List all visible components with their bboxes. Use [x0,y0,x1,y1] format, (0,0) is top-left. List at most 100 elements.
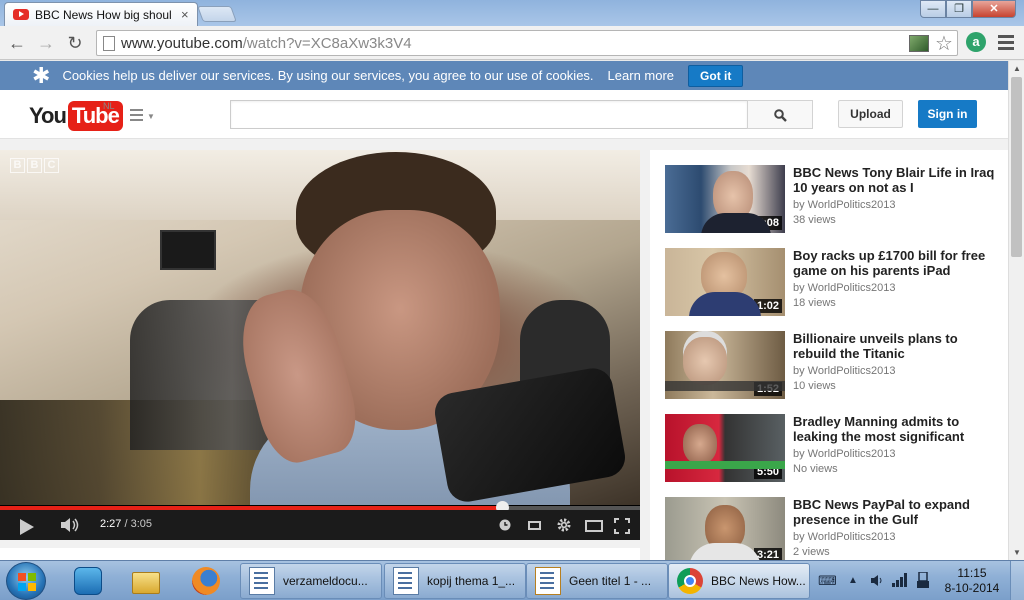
address-bar[interactable]: www.youtube.com/watch?v=XC8aXw3k3V4 ☆ [96,30,958,56]
video-duration: 3:21 [753,548,782,560]
video-thumbnail[interactable]: 1:02 [665,248,785,316]
youtube-logo[interactable]: You Tube NL [29,101,123,131]
logo-tube: Tube [67,101,123,131]
youtube-favicon-icon [13,9,29,20]
browser-titlebar: BBC News How big shoul × — ❐ ✕ [0,0,1024,26]
current-time: 2:27 [100,518,122,530]
video-views: 2 views [793,546,830,558]
bookmark-star-icon[interactable]: ☆ [935,31,953,56]
reload-icon[interactable]: ↻ [64,32,86,54]
duration: 3:05 [130,518,153,530]
tab-title: BBC News How big shoul [35,7,172,22]
show-desktop-button[interactable] [1010,561,1024,600]
video-thumbnail[interactable]: 3:21 [665,497,785,560]
sign-in-button[interactable]: Sign in [918,100,977,128]
minimize-button[interactable]: — [920,0,946,18]
fullscreen-icon[interactable] [614,518,630,534]
scroll-up-arrow-icon[interactable]: ▲ [1013,64,1021,73]
url-host: www.youtube.com [121,35,243,52]
taskbar-window-item[interactable]: kopij thema 1_... [384,563,526,599]
video-player[interactable]: B B C 2:27 / 3:05 [0,150,640,540]
forward-arrow-icon[interactable]: → [35,32,57,54]
browser-menu-icon[interactable] [998,35,1014,53]
video-title[interactable]: BBC News PayPal to expand presence in th… [793,497,995,527]
video-duration: 5:50 [753,465,782,479]
taskbar-window-item[interactable]: Geen titel 1 - ... [526,563,668,599]
youtube-page: ✱ Cookies help us deliver our services. … [0,61,1008,560]
settings-gear-icon[interactable] [556,517,572,533]
windows-taskbar: verzameldocu... kopij thema 1_... Geen t… [0,560,1024,600]
system-clock[interactable]: 11:15 8-10-2014 [942,566,1002,596]
video-title[interactable]: Boy racks up £1700 bill for free game on… [793,248,995,278]
taskbar-item-label: verzameldocu... [283,574,368,588]
taskbar-pin-network[interactable] [62,564,114,598]
tv-screen-image [160,230,216,270]
back-arrow-icon[interactable]: ← [6,32,28,54]
related-video-item[interactable]: 1:02 Boy racks up £1700 bill for free ga… [665,248,995,318]
video-views: 18 views [793,297,836,309]
start-button[interactable] [6,562,46,600]
scrollbar-thumb[interactable] [1011,77,1022,257]
search-input[interactable] [230,100,748,129]
video-title[interactable]: Bradley Manning admits to leaking the mo… [793,414,995,444]
masthead: You Tube NL ▼ Upload Sign in [0,90,1008,139]
tab-close-icon[interactable]: × [181,7,189,22]
got-it-button[interactable]: Got it [688,64,744,87]
browser-tab-active[interactable]: BBC News How big shoul × [4,2,198,26]
video-views: 10 views [793,380,836,392]
video-views: No views [793,463,838,475]
document-icon [249,567,275,595]
speaker-icon[interactable] [870,574,884,587]
document-icon [393,567,419,595]
url-path: /watch?v=XC8aXw3k3V4 [242,35,412,52]
play-icon[interactable] [20,519,34,535]
windows-logo-icon [18,573,36,591]
cookie-text: Cookies help us deliver our services. By… [62,68,594,83]
maximize-button[interactable]: ❐ [946,0,972,18]
video-duration: 5:08 [753,216,782,230]
video-title[interactable]: Billionaire unveils plans to rebuild the… [793,331,995,361]
video-channel: by WorldPolitics2013 [793,365,896,377]
video-channel: by WorldPolitics2013 [793,448,896,460]
watch-later-icon[interactable] [499,519,511,531]
video-thumbnail[interactable]: 5:08 [665,165,785,233]
page-action-image-icon[interactable] [909,35,929,52]
player-controls: 2:27 / 3:05 [0,510,640,540]
related-video-item[interactable]: 1:52 Billionaire unveils plans to rebuil… [665,331,995,401]
search-button[interactable] [747,100,813,129]
video-frame[interactable]: B B C [0,150,640,505]
video-thumbnail[interactable]: 1:52 [665,331,785,399]
related-video-item[interactable]: 5:08 BBC News Tony Blair Life in Iraq 10… [665,165,995,235]
learn-more-link[interactable]: Learn more [608,68,674,83]
usb-device-icon[interactable] [916,572,930,588]
extension-icon[interactable]: a [966,32,986,52]
taskbar-pin-firefox[interactable] [180,564,232,598]
video-channel: by WorldPolitics2013 [793,282,896,294]
keyboard-icon[interactable]: ⌨ [818,573,837,589]
time-separator: / [121,518,131,530]
related-video-item[interactable]: 5:50 Bradley Manning admits to leaking t… [665,414,995,484]
volume-icon[interactable] [60,518,80,532]
clock-date: 8-10-2014 [944,581,1000,595]
captions-icon[interactable] [528,521,541,530]
scroll-down-arrow-icon[interactable]: ▼ [1013,548,1021,557]
video-duration: 1:52 [753,382,782,396]
close-window-button[interactable]: ✕ [972,0,1016,18]
bbc-letter: B [27,158,42,173]
video-title[interactable]: BBC News Tony Blair Life in Iraq 10 year… [793,165,995,195]
clock-time: 11:15 [957,566,987,580]
url-text: www.youtube.com/watch?v=XC8aXw3k3V4 [121,35,412,52]
new-tab-button[interactable] [197,6,237,22]
upload-button[interactable]: Upload [838,100,903,128]
video-thumbnail[interactable]: 5:50 [665,414,785,482]
page-scrollbar[interactable]: ▲ ▼ [1008,61,1024,560]
network-signal-icon[interactable] [892,573,908,587]
taskbar-window-item-active[interactable]: BBC News How... [668,563,810,599]
guide-menu-icon[interactable]: ▼ [130,109,156,123]
taskbar-pin-explorer[interactable] [120,564,172,598]
draw-document-icon [535,567,561,595]
theater-mode-icon[interactable] [585,520,603,532]
related-video-item[interactable]: 3:21 BBC News PayPal to expand presence … [665,497,995,560]
show-hidden-icons-icon[interactable]: ▲ [848,575,858,586]
taskbar-window-item[interactable]: verzameldocu... [240,563,382,599]
